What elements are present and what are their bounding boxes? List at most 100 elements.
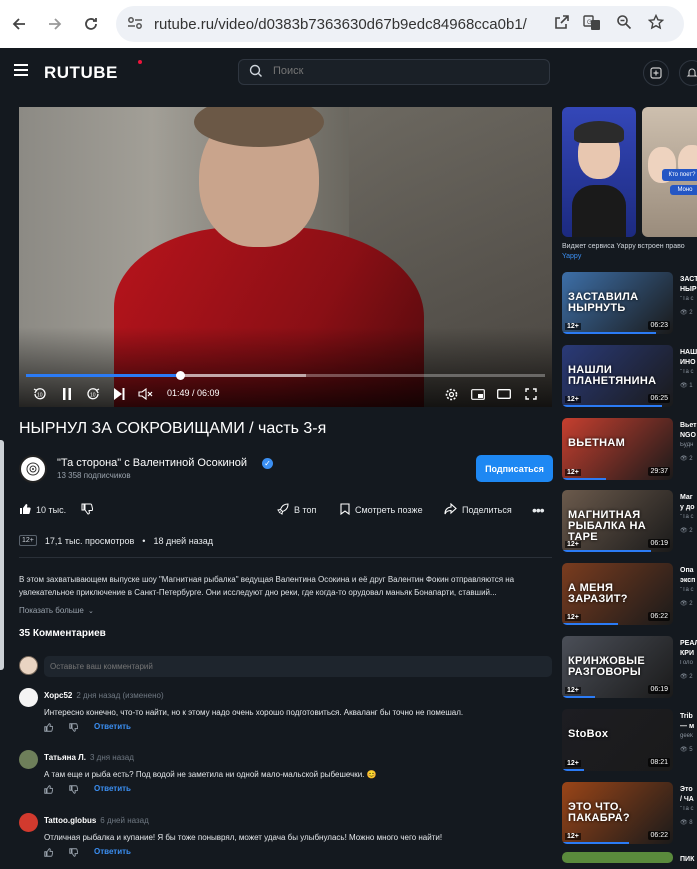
rewind-10-icon[interactable]: 10 bbox=[32, 386, 48, 402]
yappy-short-card[interactable] bbox=[562, 107, 636, 237]
show-more-link[interactable]: Показать больше ⌄ bbox=[19, 606, 94, 615]
commenter-avatar[interactable] bbox=[19, 750, 38, 769]
recommendation-thumbnail[interactable]: ВЬЕТНАМ 12+ 29:37 bbox=[562, 418, 673, 480]
recommendation-card[interactable]: МАГНИТНАЯ РЫБАЛКА НА ТАРЕ 12+ 06:19 Маг у до… bbox=[562, 490, 697, 558]
recommendation-thumbnail[interactable]: КРИНЖОВЫЕ РАЗГОВОРЫ 12+ 06:19 bbox=[562, 636, 673, 698]
recommendation-card[interactable]: ВЬЕТНАМ 12+ 29:37 Вьет NGO Будн 👁 2 bbox=[562, 418, 697, 486]
video-player[interactable]: 10 10 01:49 / 06:09 bbox=[19, 107, 552, 407]
recommendation-title[interactable]: Маг у до bbox=[680, 493, 697, 513]
channel-name[interactable]: "Та сторона" с Валентиной Осокиной bbox=[57, 457, 247, 469]
comment-author-name[interactable]: Хорс52 bbox=[44, 691, 72, 700]
recommendation-title-line1[interactable]: РЕАЛ bbox=[680, 639, 697, 649]
reply-button[interactable]: Ответить bbox=[94, 722, 131, 731]
recommendation-title-line1[interactable]: Маг bbox=[680, 493, 697, 503]
progress-bar[interactable] bbox=[26, 371, 545, 380]
recommendation-card[interactable]: НАШЛИ ПЛАНЕТЯНИНА 12+ 06:25 НАШ ИНО "Та с 👁 1 bbox=[562, 345, 697, 413]
recommendation-channel[interactable]: "Та с bbox=[680, 514, 697, 520]
recommendation-title-line2[interactable]: — м bbox=[680, 722, 697, 732]
subscribe-button[interactable]: Подписаться bbox=[476, 455, 553, 482]
show-more-label[interactable]: Показать больше bbox=[19, 606, 84, 615]
recommendation-title-line2[interactable]: ИНО bbox=[680, 358, 697, 368]
channel-avatar[interactable] bbox=[19, 455, 47, 483]
search-input[interactable] bbox=[273, 65, 533, 77]
comment-like-icon[interactable] bbox=[44, 785, 54, 794]
commenter-avatar[interactable] bbox=[19, 688, 38, 707]
recommendation-thumbnail[interactable]: ЗАСТАВИЛА НЫРНУТЬ 12+ 06:23 bbox=[562, 272, 673, 334]
recommendation-title-line2[interactable]: у до bbox=[680, 503, 697, 513]
menu-icon[interactable] bbox=[14, 64, 28, 76]
recommendation-card[interactable]: ЗАСТАВИЛА НЫРНУТЬ 12+ 06:23 ЗАСТ НЫР "Та с 👁 2 bbox=[562, 272, 697, 340]
recommendation-thumbnail[interactable]: А МЕНЯ ЗАРАЗИТ? 12+ 06:22 bbox=[562, 563, 673, 625]
yappy-link[interactable]: Yappy bbox=[562, 252, 697, 262]
top-button[interactable]: В топ bbox=[277, 503, 316, 517]
recommendation-card[interactable]: КРИНЖОВЫЕ РАЗГОВОРЫ 12+ 06:19 РЕАЛ КРИ Голо 👁 … bbox=[562, 636, 697, 704]
comment-dislike-icon[interactable] bbox=[69, 785, 79, 794]
watch-later-button[interactable]: Смотреть позже bbox=[340, 503, 423, 517]
dislike-button[interactable] bbox=[81, 503, 94, 517]
recommendation-channel[interactable]: "Та с bbox=[680, 296, 697, 302]
recommendation-title[interactable]: Это / ЧА bbox=[680, 785, 697, 805]
search-box[interactable] bbox=[238, 59, 550, 85]
fullscreen-icon[interactable] bbox=[523, 386, 539, 402]
recommendation-card[interactable]: А МЕНЯ ЗАРАЗИТ? 12+ 06:22 Опа эксп "Та с 👁 2 bbox=[562, 563, 697, 631]
recommendation-title-line1[interactable]: Вьет bbox=[680, 421, 697, 431]
yappy-short-card[interactable]: Кто поет? Моно bbox=[642, 107, 697, 237]
comment-author-name[interactable]: Татьяна Л. bbox=[44, 753, 86, 762]
comment-author[interactable]: Tattoo.globus 6 дней назад bbox=[44, 816, 149, 825]
comment-like-icon[interactable] bbox=[44, 848, 54, 857]
rutube-logo[interactable]: RUTUBE bbox=[44, 63, 118, 83]
comment-author[interactable]: Хорс52 2 дня назад (изменено) bbox=[44, 691, 164, 700]
recommendation-title[interactable]: РЕАЛ КРИ bbox=[680, 639, 697, 659]
zoom-icon[interactable] bbox=[614, 14, 634, 34]
comment-author[interactable]: Татьяна Л. 3 дня назад bbox=[44, 753, 134, 762]
recommendation-card[interactable]: ПИК bbox=[562, 852, 697, 863]
like-button[interactable]: 10 тыс. bbox=[19, 503, 66, 517]
open-in-app-icon[interactable] bbox=[552, 14, 572, 34]
side-panel-edge[interactable] bbox=[0, 440, 4, 670]
share-button[interactable]: Поделиться bbox=[444, 502, 512, 517]
recommendation-title-line2[interactable]: НЫР bbox=[680, 285, 697, 295]
recommendation-title-line2[interactable]: КРИ bbox=[680, 649, 697, 659]
pause-icon[interactable] bbox=[59, 386, 75, 402]
reply-button[interactable]: Ответить bbox=[94, 784, 131, 793]
recommendation-title[interactable]: ЗАСТ НЫР bbox=[680, 275, 697, 295]
recommendation-card[interactable]: ЭТО ЧТО, ПАКАБРА? 12+ 06:22 Это / ЧА "Та с 👁 8 bbox=[562, 782, 697, 850]
more-options-icon[interactable]: ••• bbox=[532, 502, 545, 518]
recommendation-card[interactable]: StoBox 12+ 08:21 Trib — м geek 👁 5 bbox=[562, 709, 697, 777]
recommendation-title[interactable]: НАШ ИНО bbox=[680, 348, 697, 368]
bookmark-star-icon[interactable] bbox=[646, 13, 666, 34]
recommendation-channel[interactable]: "Та с bbox=[680, 806, 697, 812]
yappy-widget[interactable]: Кто поет? Моно bbox=[562, 107, 697, 237]
progress-handle[interactable] bbox=[175, 371, 185, 380]
reply-button[interactable]: Ответить bbox=[94, 847, 131, 856]
forward-10-icon[interactable]: 10 bbox=[85, 386, 101, 402]
recommendation-channel[interactable]: "Та с bbox=[680, 369, 697, 375]
comment-like-icon[interactable] bbox=[44, 723, 54, 732]
notifications-icon[interactable] bbox=[679, 60, 697, 86]
recommendation-title[interactable]: ПИК bbox=[680, 855, 697, 865]
mute-icon[interactable] bbox=[137, 386, 155, 402]
recommendation-title-line2[interactable]: / ЧА bbox=[680, 795, 697, 805]
url-text[interactable]: rutube.ru/video/d0383b7363630d67b9edc849… bbox=[154, 16, 527, 33]
address-bar[interactable]: rutube.ru/video/d0383b7363630d67b9edc849… bbox=[116, 6, 684, 42]
recommendation-title-line2[interactable]: NGO bbox=[680, 431, 697, 441]
recommendation-title[interactable]: Trib — м bbox=[680, 712, 697, 732]
recommendation-thumbnail[interactable] bbox=[562, 852, 673, 863]
recommendation-channel[interactable]: "Та с bbox=[680, 587, 697, 593]
recommendation-title-line2[interactable]: эксп bbox=[680, 576, 697, 586]
recommendation-thumbnail[interactable]: НАШЛИ ПЛАНЕТЯНИНА 12+ 06:25 bbox=[562, 345, 673, 407]
comment-input[interactable] bbox=[44, 656, 552, 677]
recommendation-thumbnail[interactable]: ЭТО ЧТО, ПАКАБРА? 12+ 06:22 bbox=[562, 782, 673, 844]
translate-icon[interactable]: G bbox=[582, 14, 602, 34]
comment-dislike-icon[interactable] bbox=[69, 848, 79, 857]
recommendation-channel[interactable]: Будн bbox=[680, 442, 697, 448]
recommendation-channel[interactable]: geek bbox=[680, 733, 697, 739]
forward-icon[interactable] bbox=[43, 12, 67, 36]
recommendation-title-line1[interactable]: ЗАСТ bbox=[680, 275, 697, 285]
recommendation-title-line1[interactable]: Это bbox=[680, 785, 697, 795]
settings-gear-icon[interactable] bbox=[443, 386, 459, 402]
comment-dislike-icon[interactable] bbox=[69, 723, 79, 732]
recommendation-title[interactable]: Опа эксп bbox=[680, 566, 697, 586]
recommendation-thumbnail[interactable]: МАГНИТНАЯ РЫБАЛКА НА ТАРЕ 12+ 06:19 bbox=[562, 490, 673, 552]
recommendation-channel[interactable]: Голо bbox=[680, 660, 697, 666]
